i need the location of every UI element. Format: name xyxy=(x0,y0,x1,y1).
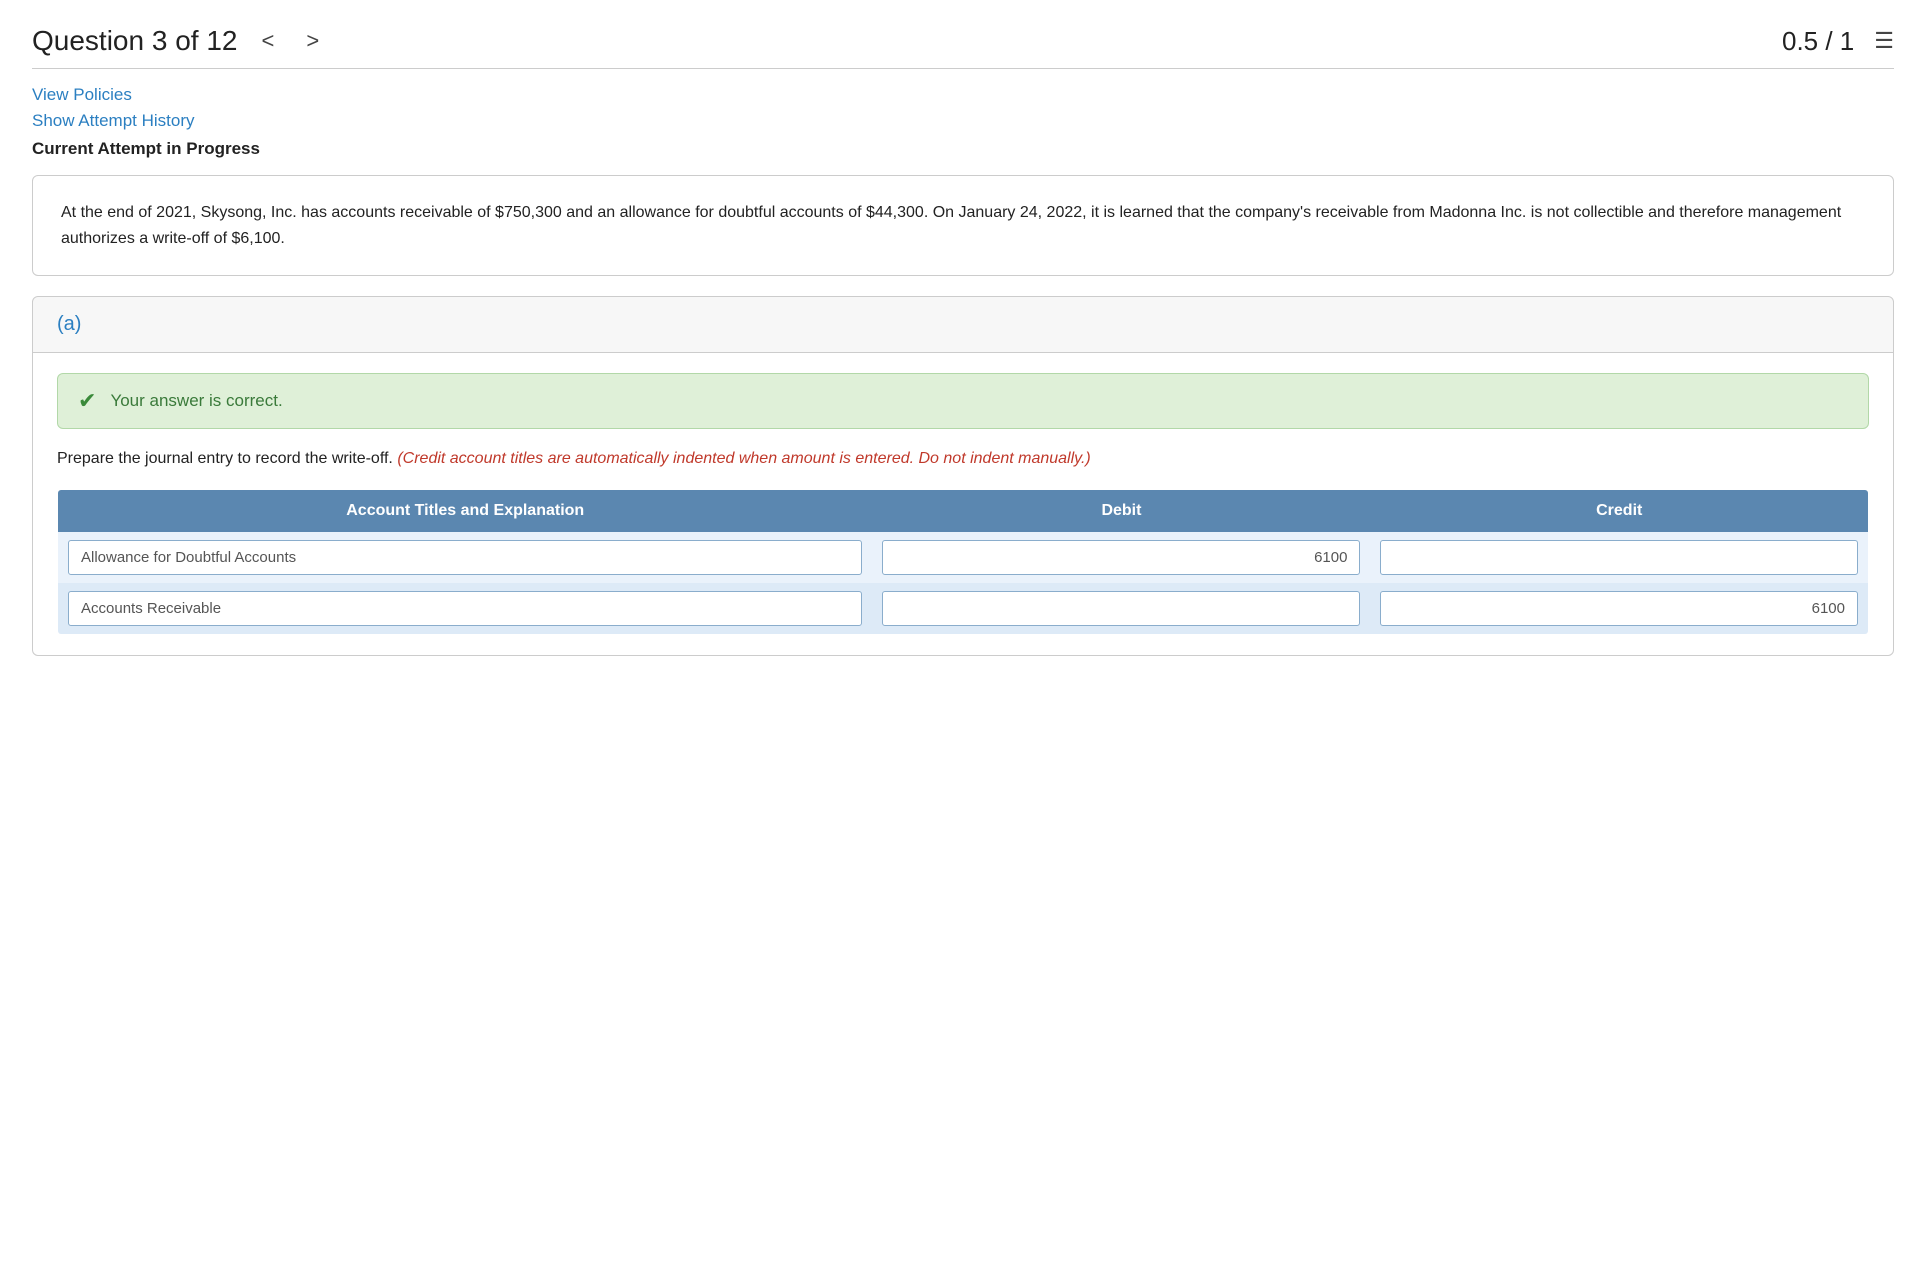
score-display: 0.5 / 1 xyxy=(1782,26,1854,57)
instruction-static: Prepare the journal entry to record the … xyxy=(57,450,393,467)
prev-question-button[interactable]: < xyxy=(253,24,282,58)
part-a-box: (a) ✔ Your answer is correct. Prepare th… xyxy=(32,296,1894,656)
header-left: Question 3 of 12 < > xyxy=(32,24,327,58)
table-row xyxy=(58,532,1869,583)
checkmark-icon: ✔ xyxy=(78,388,96,414)
journal-table-wrapper: Account Titles and Explanation Debit Cre… xyxy=(57,489,1869,635)
credit-input-row-2[interactable] xyxy=(1380,591,1858,626)
next-question-button[interactable]: > xyxy=(298,24,327,58)
col-header-credit: Credit xyxy=(1370,490,1868,533)
view-policies-link[interactable]: View Policies xyxy=(32,85,1894,105)
account-input-row-2[interactable] xyxy=(68,591,862,626)
question-text-box: At the end of 2021, Skysong, Inc. has ac… xyxy=(32,175,1894,276)
question-label: Question 3 of 12 xyxy=(32,25,237,57)
header-row: Question 3 of 12 < > 0.5 / 1 ☰ xyxy=(32,24,1894,69)
table-row xyxy=(58,583,1869,635)
col-header-account: Account Titles and Explanation xyxy=(58,490,873,533)
menu-icon[interactable]: ☰ xyxy=(1874,28,1894,54)
debit-input-row-1[interactable] xyxy=(882,540,1360,575)
journal-entry-table: Account Titles and Explanation Debit Cre… xyxy=(57,489,1869,635)
debit-input-row-2[interactable] xyxy=(882,591,1360,626)
links-section: View Policies Show Attempt History xyxy=(32,85,1894,131)
account-input-row-1[interactable] xyxy=(68,540,862,575)
table-header-row: Account Titles and Explanation Debit Cre… xyxy=(58,490,1869,533)
correct-answer-banner: ✔ Your answer is correct. xyxy=(57,373,1869,429)
current-attempt-label: Current Attempt in Progress xyxy=(32,139,1894,159)
part-a-label: (a) xyxy=(57,313,81,335)
correct-text: Your answer is correct. xyxy=(110,391,282,411)
credit-input-row-1[interactable] xyxy=(1380,540,1858,575)
part-a-body: ✔ Your answer is correct. Prepare the jo… xyxy=(33,353,1893,655)
header-right: 0.5 / 1 ☰ xyxy=(1782,26,1894,57)
part-a-header: (a) xyxy=(33,297,1893,353)
col-header-debit: Debit xyxy=(872,490,1370,533)
page-container: Question 3 of 12 < > 0.5 / 1 ☰ View Poli… xyxy=(0,0,1926,1286)
question-text: At the end of 2021, Skysong, Inc. has ac… xyxy=(61,204,1841,247)
instruction-italic: (Credit account titles are automatically… xyxy=(397,450,1090,467)
show-attempt-history-link[interactable]: Show Attempt History xyxy=(32,111,1894,131)
instruction-row: Prepare the journal entry to record the … xyxy=(57,447,1869,471)
